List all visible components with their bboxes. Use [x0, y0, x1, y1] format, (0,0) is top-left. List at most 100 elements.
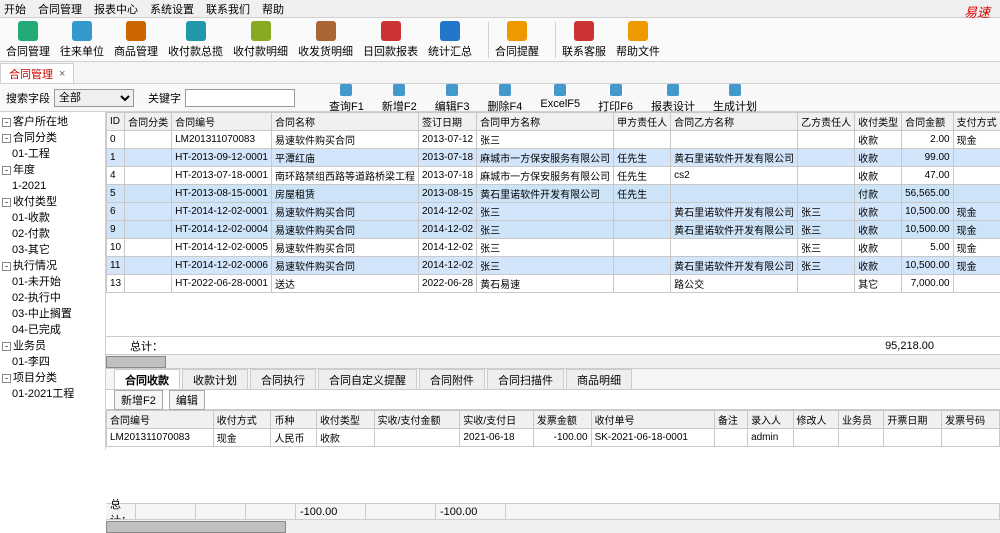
- column-header[interactable]: 合同金额: [902, 113, 954, 131]
- menu-开始[interactable]: 开始: [4, 1, 26, 17]
- menu-合同管理[interactable]: 合同管理: [38, 1, 82, 17]
- table-row[interactable]: 6HT-2014-12-02-0001易速软件购买合同2014-12-02张三黄…: [107, 203, 1000, 221]
- tree-toggle-icon[interactable]: -: [2, 198, 11, 207]
- column-header[interactable]: 合同分类: [125, 113, 172, 131]
- column-header[interactable]: 收付类型: [855, 113, 902, 131]
- column-header[interactable]: 合同编号: [107, 411, 214, 429]
- column-header[interactable]: 支付方式: [953, 113, 1000, 131]
- menu-帮助[interactable]: 帮助: [262, 1, 284, 17]
- menu-报表中心[interactable]: 报表中心: [94, 1, 138, 17]
- category-tree[interactable]: -客户所在地-合同分类01-工程-年度1-2021-收付类型01-收款02-付款…: [0, 112, 106, 450]
- rptdesign-button[interactable]: 报表设计: [651, 82, 695, 114]
- remind-button[interactable]: 合同提醒: [495, 21, 539, 59]
- footer-scrollbar[interactable]: [106, 519, 1000, 533]
- table-row[interactable]: LM201311070083现金人民币收款2021-06-18-100.00SK…: [107, 429, 1000, 447]
- column-header[interactable]: 发票号码: [942, 411, 1000, 429]
- tab-contract-mgmt[interactable]: 合同管理 ×: [0, 63, 74, 83]
- column-header[interactable]: 实收/支付金额: [374, 411, 460, 429]
- tree-node[interactable]: 01-收款: [2, 210, 103, 226]
- column-header[interactable]: 修改人: [793, 411, 838, 429]
- table-row[interactable]: 10HT-2014-12-02-0005易速软件购买合同2014-12-02张三…: [107, 239, 1000, 257]
- tree-toggle-icon[interactable]: -: [2, 166, 11, 175]
- tree-node[interactable]: -项目分类: [2, 370, 103, 386]
- deliver-detail-button[interactable]: 收发货明细: [298, 21, 353, 59]
- tree-node[interactable]: 01-李四: [2, 354, 103, 370]
- tree-toggle-icon[interactable]: -: [2, 342, 11, 351]
- tree-node[interactable]: 02-执行中: [2, 290, 103, 306]
- tree-node[interactable]: -客户所在地: [2, 114, 103, 130]
- column-header[interactable]: 业务员: [838, 411, 883, 429]
- tree-node[interactable]: 01-未开始: [2, 274, 103, 290]
- tree-toggle-icon[interactable]: -: [2, 134, 11, 143]
- column-header[interactable]: 合同乙方名称: [671, 113, 798, 131]
- table-row[interactable]: 5HT-2013-08-15-0001房屋租赁2013-08-15黄石里诺软件开…: [107, 185, 1000, 203]
- column-header[interactable]: 实收/支付日: [460, 411, 533, 429]
- tree-node[interactable]: 02-付款: [2, 226, 103, 242]
- column-header[interactable]: 收付方式: [213, 411, 271, 429]
- column-header[interactable]: 收付单号: [591, 411, 714, 429]
- column-header[interactable]: 合同甲方名称: [477, 113, 614, 131]
- contract-mgmt-button[interactable]: 合同管理: [6, 21, 50, 59]
- detail-tab[interactable]: 合同执行: [250, 369, 316, 389]
- column-header[interactable]: 乙方责任人: [798, 113, 855, 131]
- goods-button[interactable]: 商品管理: [114, 21, 158, 59]
- query-button[interactable]: 查询F1: [329, 82, 364, 114]
- tree-node[interactable]: 03-其它: [2, 242, 103, 258]
- edit-button[interactable]: 编辑F3: [435, 82, 470, 114]
- del-button[interactable]: 删除F4: [488, 82, 523, 114]
- tree-toggle-icon[interactable]: -: [2, 374, 11, 383]
- tree-node[interactable]: -业务员: [2, 338, 103, 354]
- detail-tab[interactable]: 合同扫描件: [487, 369, 564, 389]
- column-header[interactable]: 币种: [271, 411, 316, 429]
- detail-tab[interactable]: 合同自定义提醒: [318, 369, 417, 389]
- menu-系统设置[interactable]: 系统设置: [150, 1, 194, 17]
- table-row[interactable]: 11HT-2014-12-02-0006易速软件购买合同2014-12-02张三…: [107, 257, 1000, 275]
- tree-node[interactable]: 01-工程: [2, 146, 103, 162]
- tree-node[interactable]: -收付类型: [2, 194, 103, 210]
- tree-node[interactable]: -年度: [2, 162, 103, 178]
- menu-联系我们[interactable]: 联系我们: [206, 1, 250, 17]
- table-row[interactable]: 0LM201311070083易速软件购买合同2013-07-12张三收款2.0…: [107, 131, 1000, 149]
- search-input[interactable]: [185, 89, 295, 107]
- tree-node[interactable]: 03-中止搁置: [2, 306, 103, 322]
- stats-button[interactable]: 统计汇总: [428, 21, 472, 59]
- help-button[interactable]: 帮助文件: [616, 21, 660, 59]
- contact-button[interactable]: 联系客服: [562, 21, 606, 59]
- tree-node[interactable]: 04-已完成: [2, 322, 103, 338]
- pay-summary-button[interactable]: 收付款总揽: [168, 21, 223, 59]
- detail-tab[interactable]: 合同收款: [114, 369, 180, 389]
- detail-grid[interactable]: 合同编号收付方式币种收付类型实收/支付金额实收/支付日发票金额收付单号备注录入人…: [106, 410, 1000, 450]
- units-button[interactable]: 往来单位: [60, 21, 104, 59]
- tree-toggle-icon[interactable]: -: [2, 262, 11, 271]
- tree-toggle-icon[interactable]: -: [2, 118, 11, 127]
- tree-node[interactable]: 1-2021: [2, 178, 103, 194]
- column-header[interactable]: 甲方责任人: [614, 113, 671, 131]
- pay-detail-button[interactable]: 收付款明细: [233, 21, 288, 59]
- column-header[interactable]: 录入人: [748, 411, 793, 429]
- new-button[interactable]: 新增F2: [382, 82, 417, 114]
- tree-node[interactable]: -合同分类: [2, 130, 103, 146]
- table-row[interactable]: 13HT-2022-06-28-0001送达2022-06-28黄石易速路公交其…: [107, 275, 1000, 293]
- column-header[interactable]: 签订日期: [418, 113, 476, 131]
- tree-node[interactable]: -执行情况: [2, 258, 103, 274]
- column-header[interactable]: 备注: [714, 411, 747, 429]
- return-report-button[interactable]: 日回款报表: [363, 21, 418, 59]
- search-field-select[interactable]: 全部: [54, 89, 134, 107]
- genplan-button[interactable]: 生成计划: [713, 82, 757, 114]
- tree-node[interactable]: 01-2021工程: [2, 386, 103, 402]
- column-header[interactable]: 发票金额: [533, 411, 591, 429]
- column-header[interactable]: 合同编号: [172, 113, 272, 131]
- excel-button[interactable]: ExcelF5: [540, 82, 580, 114]
- detail-tab[interactable]: 合同附件: [419, 369, 485, 389]
- contract-grid[interactable]: ID合同分类合同编号合同名称签订日期合同甲方名称甲方责任人合同乙方名称乙方责任人…: [106, 112, 1000, 336]
- column-header[interactable]: ID: [107, 113, 125, 131]
- table-row[interactable]: 4HT-2013-07-18-0001南环路禁组西路等道路桥梁工程2013-07…: [107, 167, 1000, 185]
- detail-new-button[interactable]: 新增F2: [114, 390, 163, 410]
- detail-tab[interactable]: 商品明细: [566, 369, 632, 389]
- print-button[interactable]: 打印F6: [598, 82, 633, 114]
- column-header[interactable]: 收付类型: [316, 411, 374, 429]
- detail-tab[interactable]: 收款计划: [182, 369, 248, 389]
- table-row[interactable]: 1HT-2013-09-12-0001平潭红庙2013-07-18麻城市一方保安…: [107, 149, 1000, 167]
- close-icon[interactable]: ×: [59, 68, 65, 80]
- horizontal-scrollbar[interactable]: [106, 354, 1000, 368]
